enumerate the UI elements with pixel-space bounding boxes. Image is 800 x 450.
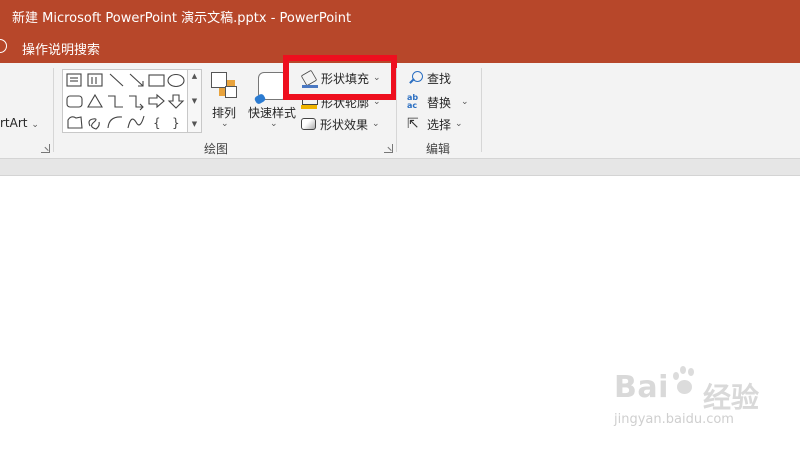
- window-title: 新建 Microsoft PowerPoint 演示文稿.pptx - Powe…: [12, 11, 352, 26]
- rounded-rectangle-shape-icon[interactable]: [66, 95, 83, 108]
- lightbulb-icon: [0, 39, 7, 53]
- arc-shape-icon[interactable]: [107, 116, 123, 129]
- convert-smartart-button[interactable]: rtArt ⌄: [0, 116, 39, 130]
- vertical-text-box-shape-icon[interactable]: [87, 73, 103, 87]
- title-bar: 新建 Microsoft PowerPoint 演示文稿.pptx - Powe…: [0, 0, 800, 31]
- select-label: 选择: [427, 117, 452, 132]
- down-arrow-shape-icon[interactable]: [167, 94, 185, 109]
- replace-button[interactable]: ab ac 替换 ⌄: [407, 92, 469, 112]
- ribbon-collapse-strip: [0, 158, 800, 176]
- group-separator: [481, 68, 482, 152]
- fill-color-bar: [302, 85, 318, 88]
- shape-effects-icon: [301, 118, 316, 130]
- chevron-down-icon: ⌄: [372, 119, 380, 129]
- chevron-down-icon: ⌄: [461, 97, 469, 107]
- find-label: 查找: [427, 71, 452, 86]
- rectangle-shape-icon[interactable]: [148, 74, 165, 87]
- tell-me-search[interactable]: 操作说明搜索: [22, 39, 100, 58]
- arrow-line-shape-icon[interactable]: [129, 73, 144, 87]
- elbow-connector-shape-icon[interactable]: [108, 95, 123, 108]
- drawing-group-label: 绘图: [204, 142, 229, 156]
- oval-shape-icon[interactable]: [167, 73, 185, 88]
- smartart-label: rtArt: [0, 116, 28, 130]
- scribble-shape-icon[interactable]: [88, 118, 100, 130]
- shapes-gallery-scrollbar[interactable]: ▲ ▼ ▼: [188, 69, 202, 133]
- cursor-arrow-icon: ⇱: [407, 116, 419, 132]
- shapes-gallery[interactable]: { }: [62, 69, 188, 133]
- chevron-down-icon[interactable]: ⌄: [221, 119, 229, 129]
- slide-canvas[interactable]: [0, 177, 800, 450]
- shape-effects-button[interactable]: 形状效果 ⌄: [301, 114, 380, 134]
- replace-label: 替换: [427, 95, 452, 110]
- find-button[interactable]: 查找: [407, 68, 451, 88]
- pen-outline-icon: [301, 94, 318, 110]
- chevron-down-icon: ⌄: [373, 73, 381, 83]
- chevron-down-icon[interactable]: ⌄: [270, 119, 278, 129]
- shapes-gallery-grid: { }: [66, 73, 185, 130]
- scroll-down-icon[interactable]: ▼: [188, 98, 201, 105]
- chevron-down-icon: ⌄: [373, 97, 381, 107]
- paragraph-launcher-icon[interactable]: [41, 144, 50, 153]
- shape-outline-label: 形状轮廓: [321, 95, 370, 110]
- watermark-brand-cn: 经验: [703, 381, 760, 414]
- shape-effects-label: 形状效果: [320, 117, 369, 132]
- line-shape-icon[interactable]: [109, 73, 124, 87]
- chevron-down-icon: ⌄: [455, 119, 463, 129]
- watermark-url: jingyan.baidu.com: [614, 412, 734, 427]
- paint-bucket-icon: [300, 69, 318, 87]
- tell-me-bar: 操作说明搜索: [0, 31, 800, 63]
- quick-styles-icon[interactable]: [258, 72, 288, 100]
- drawing-launcher-icon[interactable]: [384, 144, 393, 153]
- shape-fill-label: 形状填充: [321, 71, 370, 86]
- right-brace-shape-icon[interactable]: }: [172, 116, 180, 130]
- watermark-brand: Bai: [614, 370, 669, 405]
- right-arrow-shape-icon[interactable]: [148, 93, 165, 109]
- text-box-shape-icon[interactable]: [66, 73, 82, 87]
- replace-icon: ab ac: [407, 93, 419, 110]
- group-separator: [53, 68, 54, 152]
- chevron-down-icon: ⌄: [31, 120, 39, 130]
- select-button[interactable]: ⇱ 选择 ⌄: [407, 114, 463, 134]
- gallery-more-icon[interactable]: ▼: [188, 121, 201, 128]
- scroll-up-icon[interactable]: ▲: [188, 73, 201, 80]
- freeform-shape-icon[interactable]: [67, 116, 83, 129]
- arrange-icon[interactable]: [211, 72, 239, 100]
- shape-outline-button[interactable]: 形状轮廓 ⌄: [301, 92, 381, 112]
- editing-group-label: 编辑: [426, 142, 451, 156]
- left-brace-shape-icon[interactable]: {: [153, 116, 161, 130]
- find-icon: [407, 70, 423, 86]
- baidu-paw-icon: [671, 364, 699, 396]
- elbow-arrow-connector-shape-icon[interactable]: [129, 95, 144, 111]
- group-separator: [396, 68, 397, 152]
- triangle-shape-icon[interactable]: [87, 93, 103, 108]
- curve-shape-icon[interactable]: [127, 115, 145, 129]
